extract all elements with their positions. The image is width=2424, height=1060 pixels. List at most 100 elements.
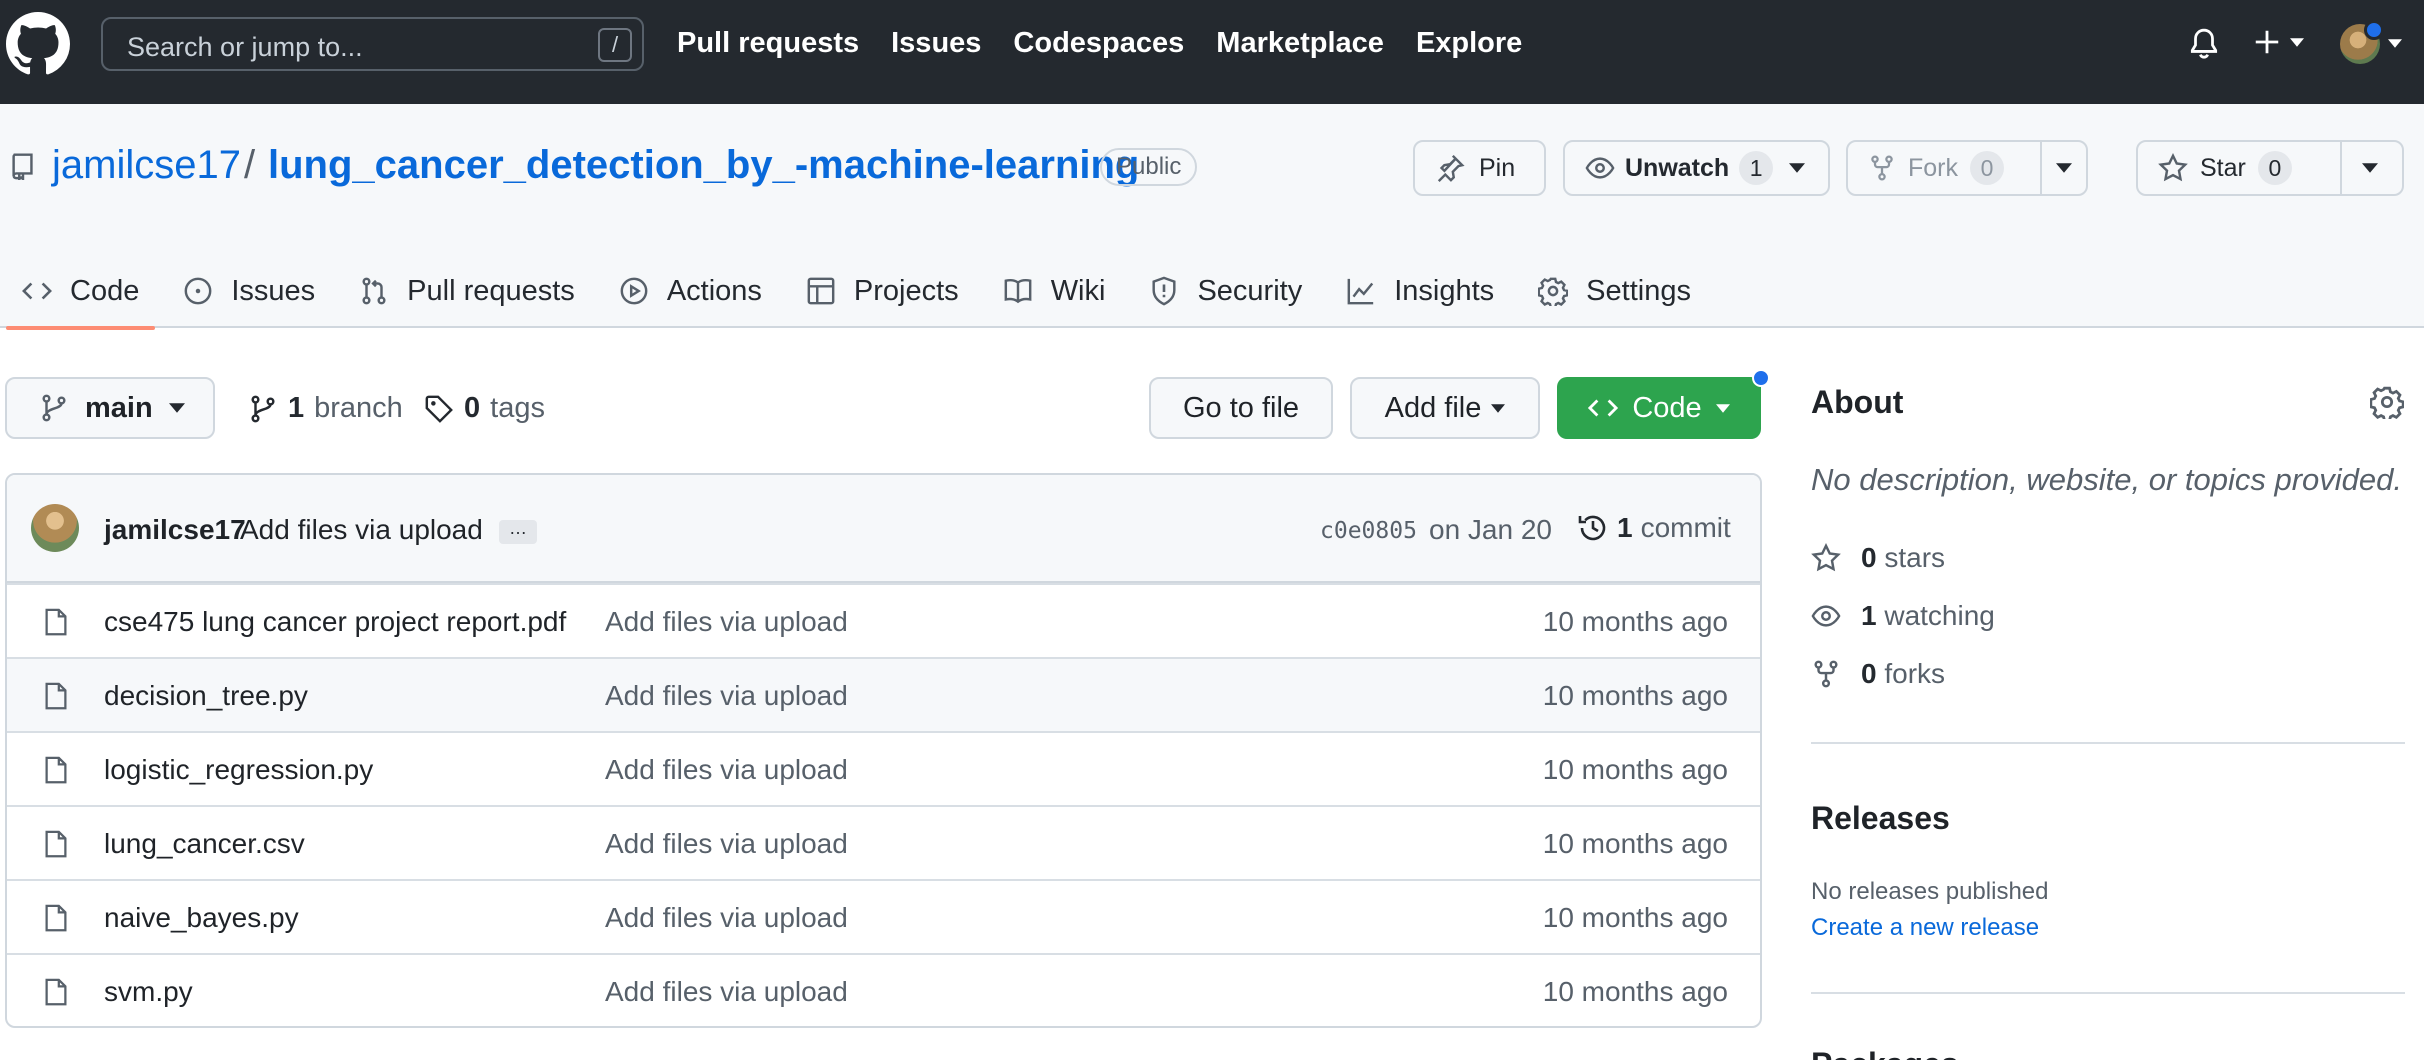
notification-dot bbox=[2364, 20, 2384, 40]
file-row[interactable]: lung_cancer.csv Add files via upload 10 … bbox=[7, 805, 1760, 879]
tab-label: Settings bbox=[1586, 274, 1691, 307]
forks-count: 0 bbox=[1861, 658, 1877, 689]
nav-pull-requests[interactable]: Pull requests bbox=[677, 27, 859, 60]
nav-marketplace[interactable]: Marketplace bbox=[1216, 27, 1384, 60]
create-new-dropdown[interactable] bbox=[2252, 27, 2304, 57]
forks-label: forks bbox=[1884, 658, 1946, 689]
branches-link[interactable]: 1 branch bbox=[248, 392, 403, 425]
commit-sha-link[interactable]: c0e0805 bbox=[1320, 518, 1417, 544]
file-name-link[interactable]: svm.py bbox=[104, 976, 193, 1008]
tag-count: 0 bbox=[464, 392, 481, 424]
code-notification-dot bbox=[1752, 369, 1770, 387]
file-commit-message[interactable]: Add files via upload bbox=[605, 828, 848, 860]
nav-explore[interactable]: Explore bbox=[1416, 27, 1522, 60]
commit-author-link[interactable]: jamilcse17 bbox=[104, 514, 246, 546]
tab-label: Issues bbox=[231, 274, 316, 307]
search-placeholder: Search or jump to... bbox=[127, 32, 363, 62]
star-button-group: Star 0 bbox=[2136, 140, 2404, 196]
file-icon bbox=[45, 830, 67, 858]
chevron-down-icon[interactable] bbox=[2388, 39, 2402, 48]
star-icon bbox=[1811, 543, 1841, 572]
github-logo-icon[interactable] bbox=[6, 12, 70, 76]
pin-icon bbox=[1437, 154, 1465, 182]
file-commit-time: 10 months ago bbox=[1542, 754, 1728, 785]
file-name-link[interactable]: cse475 lung cancer project report.pdf bbox=[104, 606, 566, 638]
tab-actions[interactable]: Actions bbox=[597, 254, 784, 328]
tab-label: Actions bbox=[666, 274, 762, 307]
unwatch-button[interactable]: Unwatch 1 bbox=[1563, 140, 1830, 196]
file-icon bbox=[45, 978, 67, 1006]
tab-issues[interactable]: Issues bbox=[161, 254, 337, 328]
eye-icon bbox=[1811, 605, 1841, 627]
stars-link[interactable]: 0 stars bbox=[1811, 542, 1945, 574]
create-release-link[interactable]: Create a new release bbox=[1811, 914, 2039, 942]
tab-wiki[interactable]: Wiki bbox=[981, 254, 1128, 328]
tab-pull-requests[interactable]: Pull requests bbox=[337, 254, 597, 328]
nav-issues[interactable]: Issues bbox=[891, 27, 981, 60]
file-row[interactable]: cse475 lung cancer project report.pdf Ad… bbox=[7, 583, 1760, 657]
fork-icon bbox=[1814, 660, 1838, 688]
fork-button[interactable]: Fork 0 bbox=[1848, 142, 2040, 194]
tab-insights[interactable]: Insights bbox=[1324, 254, 1516, 328]
bell-icon[interactable] bbox=[2187, 27, 2221, 61]
file-commit-message[interactable]: Add files via upload bbox=[605, 902, 848, 934]
commit-message-link[interactable]: Add files via upload bbox=[240, 514, 483, 546]
tab-label: Security bbox=[1197, 274, 1303, 307]
commit-author-avatar[interactable] bbox=[31, 504, 79, 552]
sidebar-divider bbox=[1811, 742, 2405, 744]
go-to-file-button[interactable]: Go to file bbox=[1149, 377, 1333, 439]
code-dropdown-button[interactable]: Code bbox=[1557, 377, 1761, 439]
file-icon bbox=[45, 682, 67, 710]
latest-commit-bar: jamilcse17 Add files via upload … c0e080… bbox=[7, 475, 1760, 583]
commit-expand-button[interactable]: … bbox=[499, 519, 537, 544]
code-icon bbox=[22, 282, 52, 300]
file-commit-message[interactable]: Add files via upload bbox=[605, 754, 848, 786]
search-input[interactable]: Search or jump to... / bbox=[101, 17, 644, 71]
forks-link[interactable]: 0 forks bbox=[1811, 658, 1945, 690]
search-shortcut-key: / bbox=[598, 28, 632, 62]
tags-link[interactable]: 0 tags bbox=[424, 392, 545, 425]
fork-dropdown-button[interactable] bbox=[2040, 142, 2086, 194]
commit-history-link[interactable]: 1 commit bbox=[1577, 512, 1731, 544]
gear-icon[interactable] bbox=[2370, 385, 2404, 419]
file-name-link[interactable]: naive_bayes.py bbox=[104, 902, 299, 934]
packages-heading[interactable]: Packages bbox=[1811, 1046, 1959, 1060]
pin-button[interactable]: Pin bbox=[1413, 140, 1546, 196]
file-name-link[interactable]: decision_tree.py bbox=[104, 680, 308, 712]
chevron-down-icon bbox=[2362, 163, 2378, 173]
add-file-button[interactable]: Add file bbox=[1350, 377, 1540, 439]
about-heading: About bbox=[1811, 384, 1904, 420]
tab-settings[interactable]: Settings bbox=[1516, 254, 1713, 328]
releases-heading[interactable]: Releases bbox=[1811, 800, 1950, 837]
nav-codespaces[interactable]: Codespaces bbox=[1013, 27, 1184, 60]
file-row[interactable]: naive_bayes.py Add files via upload 10 m… bbox=[7, 879, 1760, 953]
file-row[interactable]: svm.py Add files via upload 10 months ag… bbox=[7, 953, 1760, 1026]
file-name-link[interactable]: logistic_regression.py bbox=[104, 754, 373, 786]
tab-label: Pull requests bbox=[407, 274, 575, 307]
tab-security[interactable]: Security bbox=[1127, 254, 1324, 328]
chevron-down-icon bbox=[2290, 37, 2304, 47]
file-icon bbox=[45, 608, 67, 636]
star-label: Star bbox=[2200, 153, 2246, 182]
repo-name-link[interactable]: lung_cancer_detection_by_-machine-learni… bbox=[268, 143, 1139, 188]
file-row[interactable]: logistic_regression.py Add files via upl… bbox=[7, 731, 1760, 805]
file-commit-message[interactable]: Add files via upload bbox=[605, 680, 848, 712]
watching-link[interactable]: 1 watching bbox=[1811, 600, 1995, 632]
tab-projects[interactable]: Projects bbox=[784, 254, 981, 328]
file-commit-message[interactable]: Add files via upload bbox=[605, 976, 848, 1008]
star-button[interactable]: Star 0 bbox=[2138, 142, 2340, 194]
file-row[interactable]: decision_tree.py Add files via upload 10… bbox=[7, 657, 1760, 731]
branch-selector[interactable]: main bbox=[5, 377, 215, 439]
tab-code[interactable]: Code bbox=[0, 254, 161, 330]
pin-label: Pin bbox=[1479, 153, 1516, 182]
watch-count-badge: 1 bbox=[1739, 151, 1774, 185]
branch-name: main bbox=[85, 391, 153, 424]
global-nav: Pull requests Issues Codespaces Marketpl… bbox=[677, 27, 1522, 60]
commit-date: on Jan 20 bbox=[1429, 514, 1552, 545]
star-dropdown-button[interactable] bbox=[2340, 142, 2398, 194]
file-commit-time: 10 months ago bbox=[1542, 680, 1728, 711]
file-commit-message[interactable]: Add files via upload bbox=[605, 606, 848, 638]
file-name-link[interactable]: lung_cancer.csv bbox=[104, 828, 305, 860]
history-icon bbox=[1578, 515, 1606, 541]
repo-owner-link[interactable]: jamilcse17 bbox=[52, 143, 241, 188]
